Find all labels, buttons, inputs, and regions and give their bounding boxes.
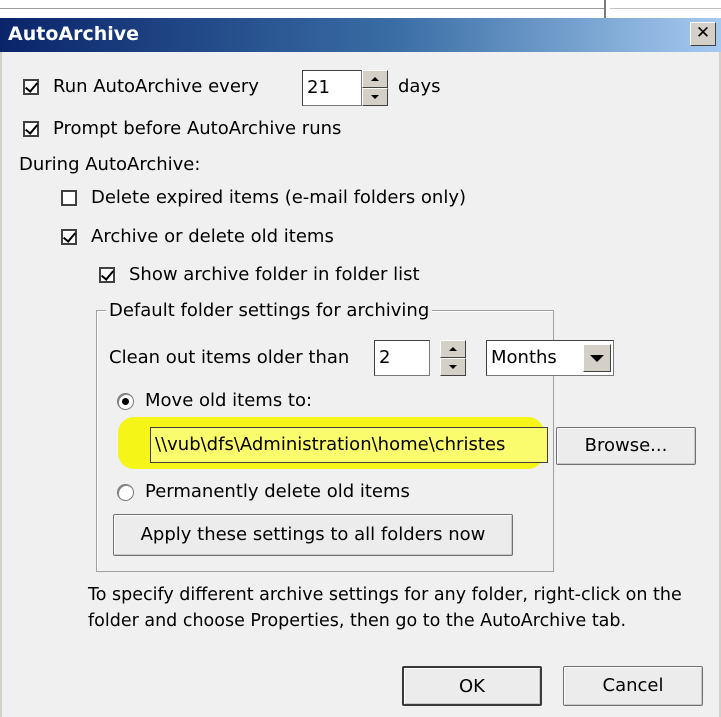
move-old-items-radio[interactable] [117, 393, 134, 410]
title-bar: AutoArchive ✕ [0, 18, 721, 52]
background-line [610, 8, 721, 9]
groupbox-title: Default folder settings for archiving [106, 300, 433, 321]
arrow-up-icon [371, 77, 379, 81]
arrow-up-icon [449, 347, 457, 351]
close-icon: ✕ [695, 23, 711, 43]
clean-out-spinner[interactable] [440, 340, 466, 376]
background-window-strip [0, 0, 721, 18]
days-spinner[interactable] [362, 70, 388, 106]
spin-down-button[interactable] [440, 358, 466, 376]
ok-button[interactable]: OK [402, 666, 542, 706]
chevron-down-icon [590, 354, 604, 362]
run-autoarchive-label: Run AutoArchive every [53, 76, 259, 97]
window-title: AutoArchive [8, 23, 140, 45]
arrow-down-icon [371, 95, 379, 99]
age-unit-value: Months [491, 347, 557, 368]
archive-old-label: Archive or delete old items [91, 226, 334, 247]
days-label: days [398, 76, 441, 97]
spin-up-button[interactable] [362, 70, 388, 88]
archive-old-checkbox[interactable] [61, 229, 77, 245]
delete-expired-label: Delete expired items (e-mail folders onl… [91, 187, 467, 208]
archive-path-input[interactable]: \\vub\dfs\Administration\home\christes [150, 427, 548, 463]
show-archive-folder-label: Show archive folder in folder list [129, 264, 420, 285]
age-unit-dropdown-button[interactable] [583, 344, 611, 372]
run-autoarchive-checkbox[interactable] [23, 79, 39, 95]
clean-out-label: Clean out items older than [109, 347, 350, 368]
permanently-delete-radio[interactable] [117, 484, 134, 501]
clean-out-input[interactable]: 2 [374, 340, 430, 376]
during-autoarchive-label: During AutoArchive: [19, 154, 201, 175]
delete-expired-checkbox[interactable] [61, 190, 77, 206]
show-archive-folder-checkbox[interactable] [99, 267, 115, 283]
spin-up-button[interactable] [440, 340, 466, 358]
move-old-items-label: Move old items to: [145, 390, 313, 411]
permanently-delete-label: Permanently delete old items [145, 481, 410, 502]
cancel-button[interactable]: Cancel [563, 666, 703, 706]
help-text: To specify different archive settings fo… [88, 585, 682, 631]
days-input[interactable]: 21 [302, 70, 362, 106]
spin-down-button[interactable] [362, 88, 388, 106]
prompt-before-label: Prompt before AutoArchive runs [53, 118, 342, 139]
apply-to-all-folders-button[interactable]: Apply these settings to all folders now [113, 514, 513, 556]
background-divider [604, 0, 606, 18]
background-line [0, 8, 604, 9]
browse-button[interactable]: Browse... [556, 427, 696, 465]
prompt-before-checkbox[interactable] [23, 121, 39, 137]
close-button[interactable]: ✕ [690, 22, 716, 46]
dialog-border-left [0, 52, 2, 717]
arrow-down-icon [449, 365, 457, 369]
